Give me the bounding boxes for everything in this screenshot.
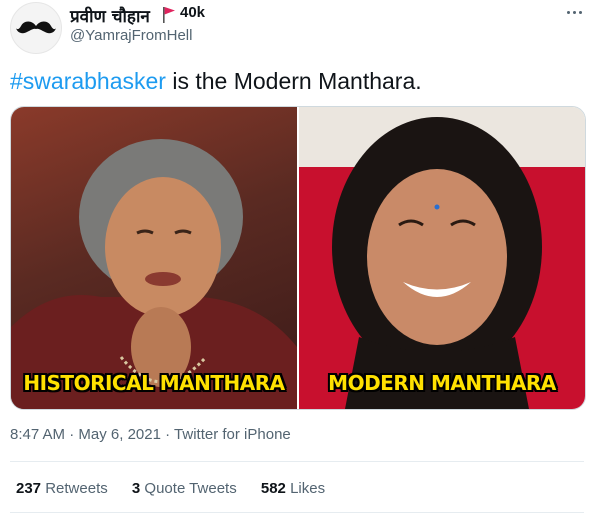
right-image-caption: MODERN MANTHARA bbox=[328, 371, 556, 395]
tweet-text: #swarabhasker is the Modern Manthara. bbox=[10, 68, 422, 95]
tweet-header: प्रवीण चौहान 40k @YamrajFromHell bbox=[0, 0, 600, 60]
historical-manthara-image: HISTORICAL MANTHARA bbox=[11, 107, 297, 409]
tweet-meta: 8:47 AM · May 6, 2021 · Twitter for iPho… bbox=[10, 426, 291, 443]
more-dots-icon bbox=[566, 10, 570, 14]
likes-stat[interactable]: 582 Likes bbox=[261, 480, 325, 497]
portrait-left-illustration bbox=[11, 139, 297, 409]
portrait-right-illustration bbox=[299, 107, 585, 409]
mustache-icon bbox=[16, 21, 56, 34]
quote-tweets-stat[interactable]: 3 Quote Tweets bbox=[132, 480, 237, 497]
left-image-caption: HISTORICAL MANTHARA bbox=[23, 371, 285, 395]
retweets-label: Retweets bbox=[45, 480, 108, 497]
modern-manthara-image: MODERN MANTHARA bbox=[299, 107, 585, 409]
divider-top bbox=[10, 461, 584, 462]
meta-separator: · bbox=[69, 426, 79, 443]
quotes-label: Quote Tweets bbox=[144, 480, 237, 497]
tweet-body: is the Modern Manthara. bbox=[165, 68, 422, 94]
more-options-button[interactable] bbox=[560, 2, 588, 22]
tweet-media[interactable]: HISTORICAL MANTHARA MODERN MANTHARA bbox=[10, 106, 586, 410]
tweet-time[interactable]: 8:47 AM bbox=[10, 426, 65, 443]
tweet-source[interactable]: Twitter for iPhone bbox=[174, 426, 291, 443]
tweet-stats: 237 Retweets 3 Quote Tweets 582 Likes bbox=[16, 480, 345, 497]
meta-separator: · bbox=[165, 426, 175, 443]
follower-count: 40k bbox=[180, 4, 206, 21]
divider-bottom bbox=[10, 512, 584, 513]
display-name[interactable]: प्रवीण चौहान bbox=[70, 4, 150, 27]
likes-label: Likes bbox=[290, 480, 326, 497]
retweets-count: 237 bbox=[16, 480, 42, 497]
likes-count: 582 bbox=[260, 480, 286, 497]
user-handle[interactable]: @YamrajFromHell bbox=[70, 27, 192, 44]
quotes-count: 3 bbox=[131, 480, 141, 497]
retweets-stat[interactable]: 237 Retweets bbox=[16, 480, 108, 497]
tweet-date[interactable]: May 6, 2021 bbox=[78, 426, 161, 443]
triangular-flag-icon bbox=[163, 7, 175, 23]
avatar[interactable] bbox=[10, 2, 62, 54]
hashtag-link[interactable]: #swarabhasker bbox=[10, 68, 166, 94]
